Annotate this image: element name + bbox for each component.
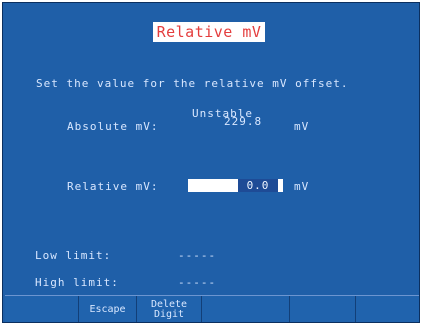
escape-button[interactable]: Escape xyxy=(79,296,137,322)
escape-button-label: Escape xyxy=(89,304,126,315)
absolute-mv-label: Absolute mV: xyxy=(67,120,159,133)
page-title: Relative mV xyxy=(153,22,265,42)
relative-mv-value: 0.0 xyxy=(238,179,278,192)
softkey-6[interactable] xyxy=(356,296,419,322)
low-limit-label: Low limit: xyxy=(35,249,112,262)
relative-mv-label: Relative mV: xyxy=(67,180,159,193)
instruction-text: Set the value for the relative mV offset… xyxy=(36,77,349,90)
absolute-mv-value: 229.8 xyxy=(224,115,263,128)
softkey-1[interactable] xyxy=(5,296,79,322)
softkey-bar: Escape Delete Digit xyxy=(5,295,419,322)
low-limit-value: ----- xyxy=(178,249,217,262)
delete-digit-button-label: Delete Digit xyxy=(150,299,188,320)
lcd-screen: Relative mV Set the value for the relati… xyxy=(2,2,420,323)
softkey-5[interactable] xyxy=(290,296,356,322)
meter-display: Relative mV Set the value for the relati… xyxy=(0,0,423,324)
relative-mv-unit: mV xyxy=(294,180,310,193)
high-limit-value: ----- xyxy=(178,276,217,289)
delete-digit-button[interactable]: Delete Digit xyxy=(137,296,202,322)
softkey-4[interactable] xyxy=(202,296,290,322)
relative-mv-input[interactable]: 0.0 xyxy=(188,179,283,192)
absolute-mv-unit: mV xyxy=(294,120,310,133)
high-limit-label: High limit: xyxy=(35,276,119,289)
